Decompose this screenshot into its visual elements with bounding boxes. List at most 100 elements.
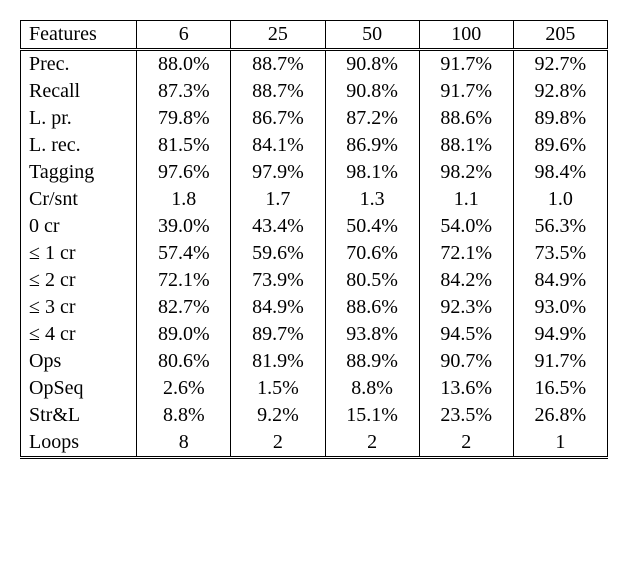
col-header-100: 100 [419,21,513,50]
cell-value: 57.4% [137,240,231,267]
cell-value: 1.3 [325,186,419,213]
cell-value: 93.0% [513,294,607,321]
cell-value: 88.7% [231,50,325,79]
col-header-6: 6 [137,21,231,50]
row-label: Loops [21,429,137,458]
cell-value: 1 [513,429,607,458]
table-row: Ops80.6%81.9%88.9%90.7%91.7% [21,348,608,375]
cell-value: 88.0% [137,50,231,79]
cell-value: 1.7 [231,186,325,213]
row-label: OpSeq [21,375,137,402]
cell-value: 94.9% [513,321,607,348]
cell-value: 56.3% [513,213,607,240]
table-row: Tagging97.6%97.9%98.1%98.2%98.4% [21,159,608,186]
cell-value: 2 [231,429,325,458]
table-row: Loops82221 [21,429,608,458]
cell-value: 59.6% [231,240,325,267]
cell-value: 84.1% [231,132,325,159]
row-label: Ops [21,348,137,375]
cell-value: 26.8% [513,402,607,429]
cell-value: 1.8 [137,186,231,213]
cell-value: 92.3% [419,294,513,321]
cell-value: 89.7% [231,321,325,348]
cell-value: 15.1% [325,402,419,429]
cell-value: 88.9% [325,348,419,375]
cell-value: 80.6% [137,348,231,375]
cell-value: 98.1% [325,159,419,186]
cell-value: 72.1% [419,240,513,267]
cell-value: 73.9% [231,267,325,294]
row-label: Tagging [21,159,137,186]
cell-value: 98.4% [513,159,607,186]
cell-value: 84.9% [513,267,607,294]
cell-value: 90.8% [325,50,419,79]
cell-value: 39.0% [137,213,231,240]
row-label: ≤ 4 cr [21,321,137,348]
table-row: Str&L8.8%9.2%15.1%23.5%26.8% [21,402,608,429]
col-header-25: 25 [231,21,325,50]
table-row: ≤ 2 cr72.1%73.9%80.5%84.2%84.9% [21,267,608,294]
row-label: Cr/snt [21,186,137,213]
row-label: ≤ 3 cr [21,294,137,321]
cell-value: 8.8% [137,402,231,429]
row-label: Recall [21,78,137,105]
cell-value: 87.2% [325,105,419,132]
col-header-50: 50 [325,21,419,50]
table-row: Prec.88.0%88.7%90.8%91.7%92.7% [21,50,608,79]
cell-value: 82.7% [137,294,231,321]
row-label: ≤ 2 cr [21,267,137,294]
cell-value: 89.0% [137,321,231,348]
row-label: 0 cr [21,213,137,240]
cell-value: 84.2% [419,267,513,294]
cell-value: 13.6% [419,375,513,402]
table-row: L. pr.79.8%86.7%87.2%88.6%89.8% [21,105,608,132]
cell-value: 72.1% [137,267,231,294]
cell-value: 88.6% [419,105,513,132]
table-row: Recall87.3%88.7%90.8%91.7%92.8% [21,78,608,105]
table-row: OpSeq2.6%1.5%8.8%13.6%16.5% [21,375,608,402]
cell-value: 87.3% [137,78,231,105]
table-row: Cr/snt1.81.71.31.11.0 [21,186,608,213]
table-row: 0 cr39.0%43.4%50.4%54.0%56.3% [21,213,608,240]
cell-value: 91.7% [419,50,513,79]
col-header-features: Features [21,21,137,50]
cell-value: 86.7% [231,105,325,132]
cell-value: 81.9% [231,348,325,375]
cell-value: 86.9% [325,132,419,159]
cell-value: 73.5% [513,240,607,267]
cell-value: 2.6% [137,375,231,402]
cell-value: 8.8% [325,375,419,402]
cell-value: 88.1% [419,132,513,159]
cell-value: 94.5% [419,321,513,348]
cell-value: 16.5% [513,375,607,402]
cell-value: 88.6% [325,294,419,321]
cell-value: 98.2% [419,159,513,186]
cell-value: 81.5% [137,132,231,159]
cell-value: 89.8% [513,105,607,132]
cell-value: 79.8% [137,105,231,132]
col-header-205: 205 [513,21,607,50]
table-row: L. rec.81.5%84.1%86.9%88.1%89.6% [21,132,608,159]
table-header: Features 6 25 50 100 205 [21,21,608,50]
row-label: Str&L [21,402,137,429]
cell-value: 8 [137,429,231,458]
cell-value: 90.8% [325,78,419,105]
table-row: ≤ 4 cr89.0%89.7%93.8%94.5%94.9% [21,321,608,348]
cell-value: 90.7% [419,348,513,375]
cell-value: 1.0 [513,186,607,213]
cell-value: 91.7% [513,348,607,375]
results-table: Features 6 25 50 100 205 Prec.88.0%88.7%… [20,20,608,459]
table-body: Prec.88.0%88.7%90.8%91.7%92.7%Recall87.3… [21,50,608,458]
cell-value: 97.9% [231,159,325,186]
table-row: ≤ 3 cr82.7%84.9%88.6%92.3%93.0% [21,294,608,321]
cell-value: 92.7% [513,50,607,79]
cell-value: 93.8% [325,321,419,348]
cell-value: 2 [325,429,419,458]
cell-value: 50.4% [325,213,419,240]
cell-value: 70.6% [325,240,419,267]
cell-value: 91.7% [419,78,513,105]
cell-value: 84.9% [231,294,325,321]
cell-value: 1.5% [231,375,325,402]
cell-value: 2 [419,429,513,458]
row-label: ≤ 1 cr [21,240,137,267]
